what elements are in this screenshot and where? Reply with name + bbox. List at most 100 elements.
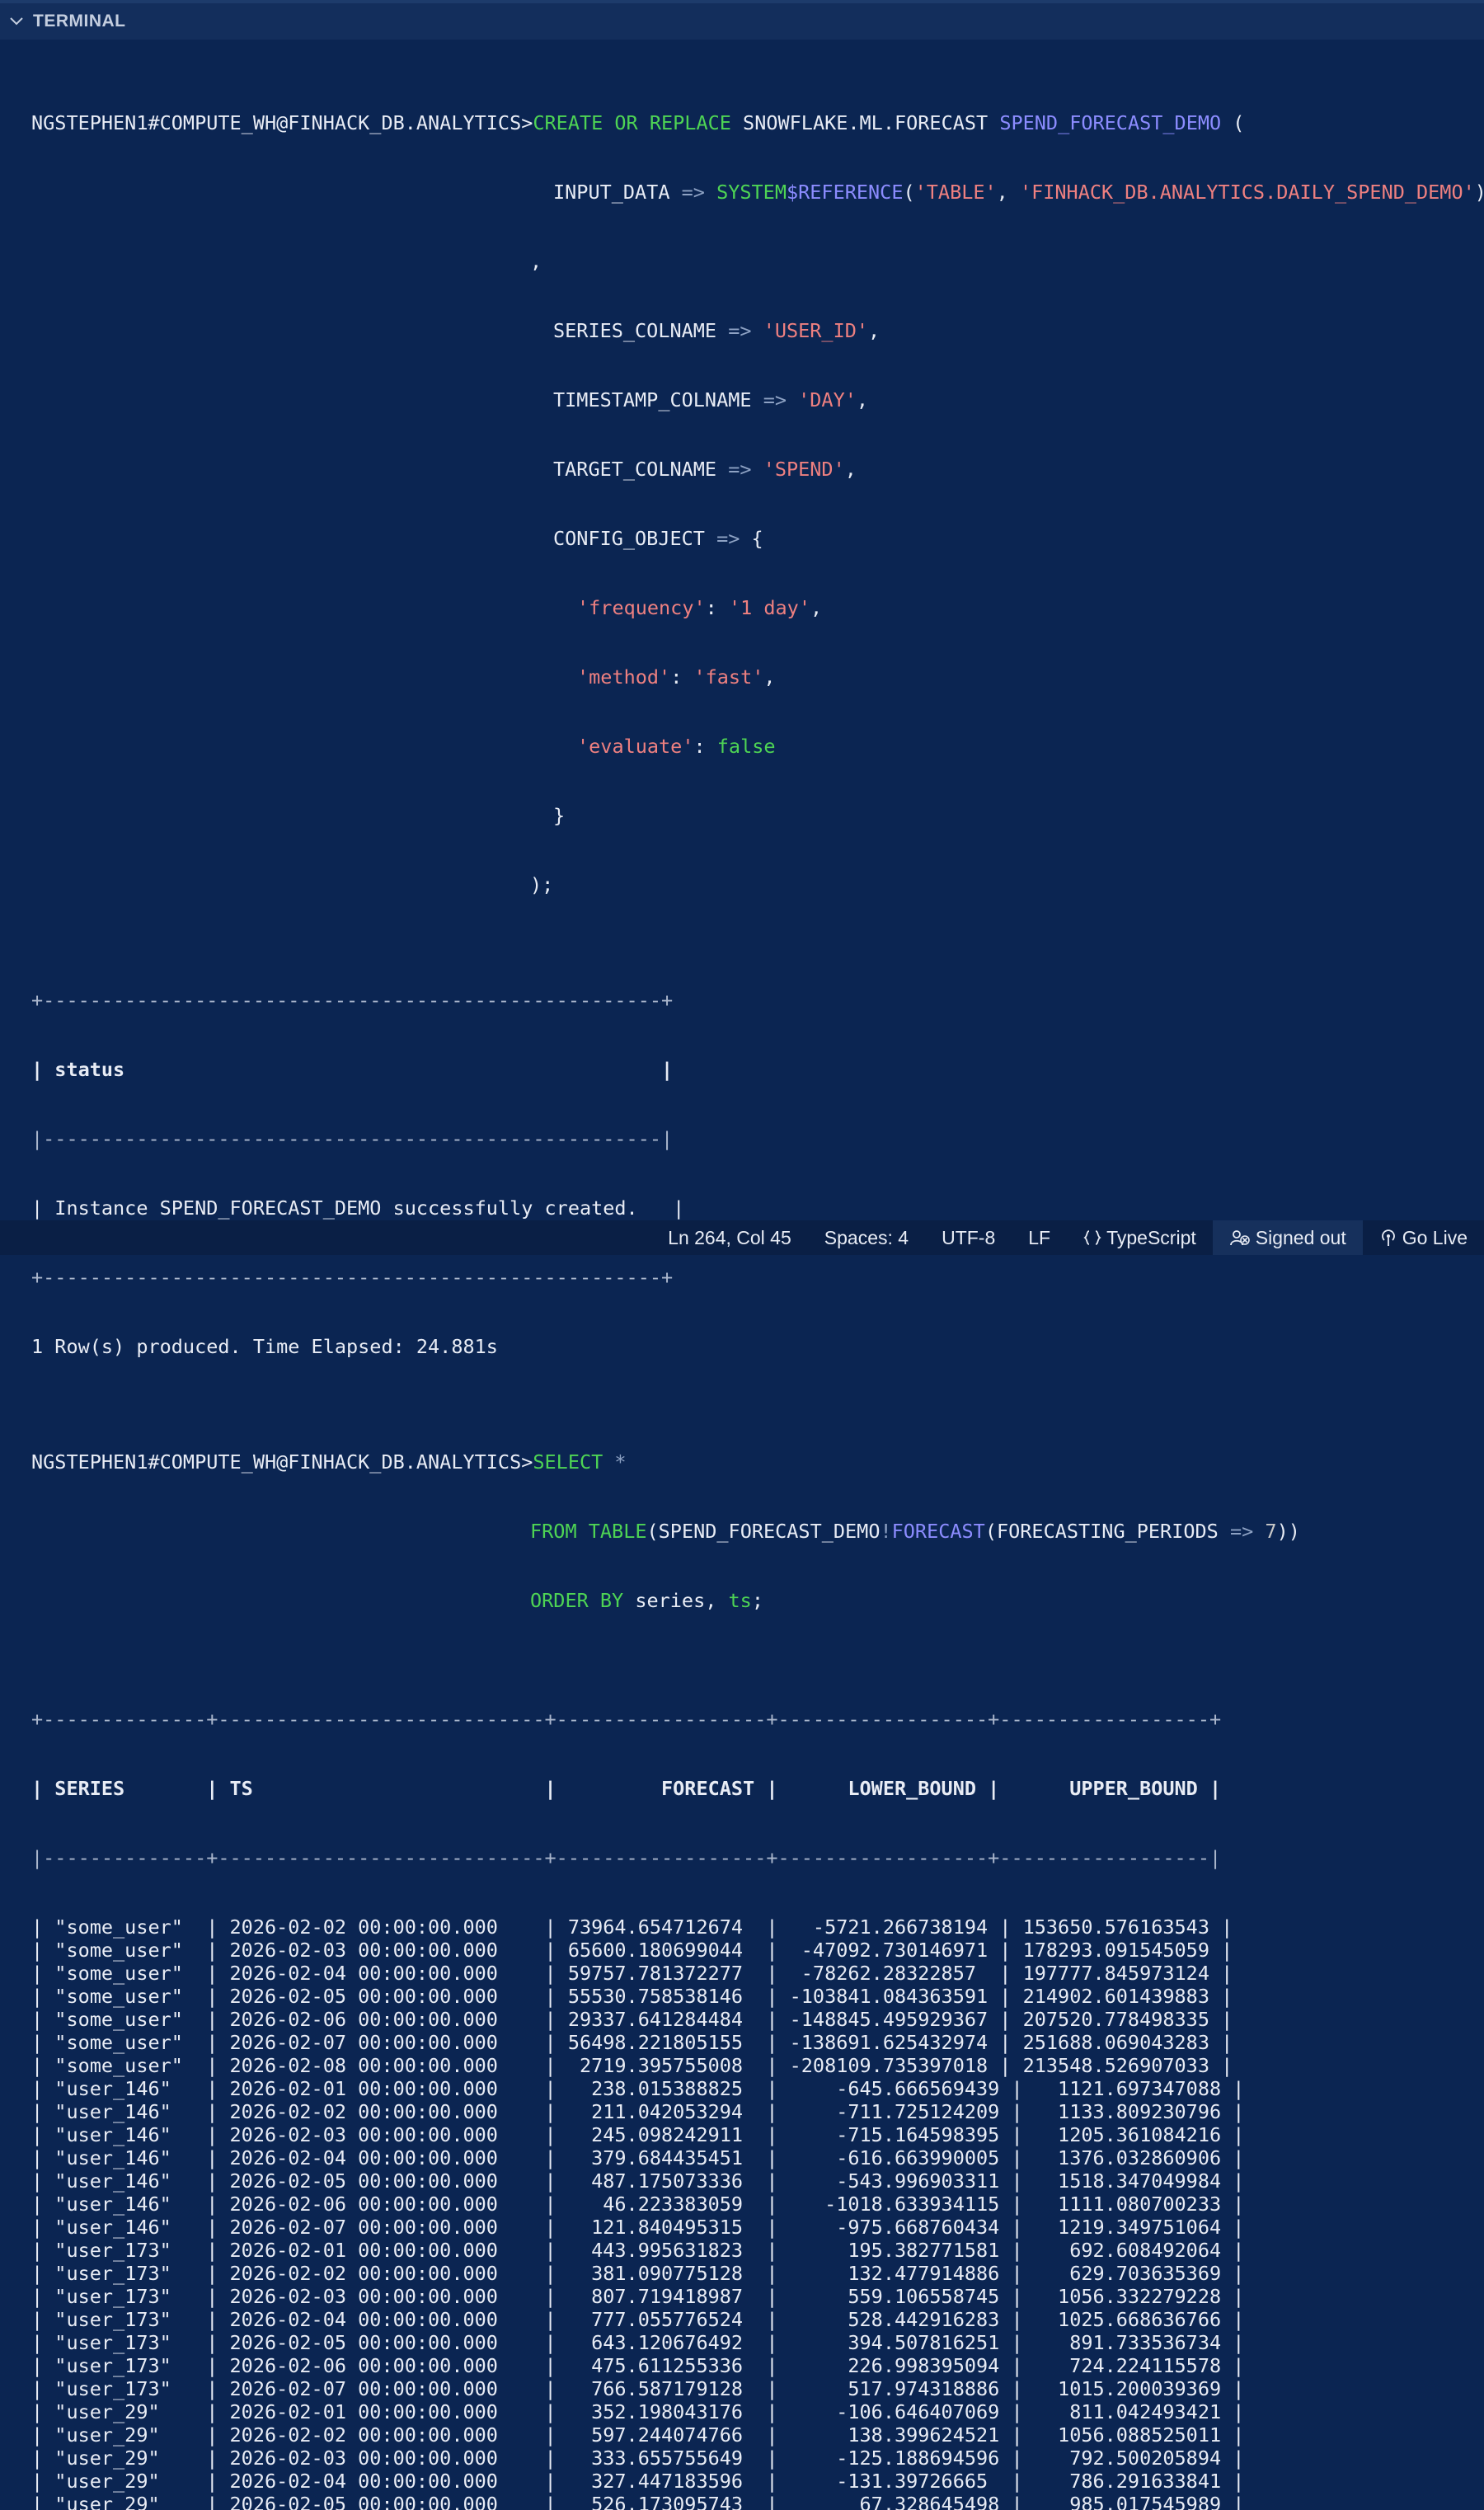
sql-text: (: [1221, 111, 1245, 134]
sql-text: ,: [856, 388, 869, 411]
table-border: +---------------------------------------…: [31, 1266, 674, 1289]
command-line: NGSTEPHEN1#COMPUTE_WH@FINHACK_DB.ANALYTI…: [31, 111, 1484, 134]
encoding-setting[interactable]: UTF-8: [925, 1220, 1012, 1255]
arrow-operator: =>: [728, 319, 752, 342]
arrow-operator: =>: [728, 458, 752, 481]
command-line: 'evaluate': false: [31, 735, 1484, 758]
command-line: );: [31, 873, 1484, 896]
string-literal: 'fast': [693, 665, 764, 689]
table-row: | "user_173" | 2026-02-04 00:00:00.000 |…: [31, 2308, 1245, 2331]
prompt: NGSTEPHEN1#COMPUTE_WH@FINHACK_DB.ANALYTI…: [31, 111, 533, 134]
function-name: FORECAST: [891, 1520, 985, 1543]
bang-operator: !: [880, 1520, 892, 1543]
result-rows: | "some_user" | 2026-02-02 00:00:00.000 …: [31, 1915, 1484, 2510]
table-row: | "user_29" | 2026-02-05 00:00:00.000 | …: [31, 2493, 1245, 2510]
table-row: | "some_user" | 2026-02-06 00:00:00.000 …: [31, 2008, 1233, 2031]
table-header-row: | status |: [31, 1058, 674, 1081]
sql-text: ,: [810, 596, 823, 619]
sql-text: :: [670, 665, 694, 689]
number-literal: 7: [1265, 1520, 1277, 1543]
string-literal: 'DAY': [798, 388, 857, 411]
chevron-down-icon[interactable]: [10, 15, 23, 28]
sql-text: )): [1276, 1520, 1300, 1543]
string-literal: 'method': [577, 665, 671, 689]
command-line: ORDER BY series, ts;: [31, 1589, 1484, 1612]
sql-text: ,: [996, 181, 1020, 204]
table-row: | "user_146" | 2026-02-06 00:00:00.000 |…: [31, 2193, 1245, 2216]
table-row: | "user_173" | 2026-02-07 00:00:00.000 |…: [31, 2377, 1245, 2400]
cursor-position[interactable]: Ln 264, Col 45: [651, 1220, 808, 1255]
table-row: | "user_29" | 2026-02-01 00:00:00.000 | …: [31, 2400, 1245, 2423]
account-status[interactable]: Signed out: [1212, 1220, 1363, 1255]
sql-keyword: SYSTEM: [716, 181, 787, 204]
sql-text: series,: [623, 1589, 729, 1612]
arrow-operator: =>: [1229, 1520, 1254, 1543]
sql-text: ,: [844, 458, 857, 481]
sql-text: :: [693, 735, 717, 758]
sql-text: :: [705, 596, 729, 619]
arrow-operator: =>: [681, 181, 705, 204]
table-row: | "user_146" | 2026-02-02 00:00:00.000 |…: [31, 2100, 1245, 2123]
sql-text: {: [751, 527, 763, 550]
sql-text: ,: [763, 665, 776, 689]
table-border: +--------------+------------------------…: [31, 1708, 1222, 1731]
account-icon: [1229, 1230, 1250, 1246]
indentation-setting[interactable]: Spaces: 4: [808, 1220, 925, 1255]
model-name: SPEND_FORECAST_DEMO: [999, 111, 1222, 134]
table-row: | "user_29" | 2026-02-04 00:00:00.000 | …: [31, 2470, 1245, 2493]
sql-text: ): [1475, 181, 1484, 204]
column-name: ts: [728, 1589, 752, 1612]
table-row: | "user_173" | 2026-02-03 00:00:00.000 |…: [31, 2285, 1245, 2308]
sql-text: ,: [868, 319, 881, 342]
sql-text: *: [603, 1450, 627, 1474]
command-line: TARGET_COLNAME => 'SPEND',: [31, 458, 1484, 481]
sql-text: ;: [751, 1589, 763, 1612]
command-line: }: [31, 804, 1484, 827]
table-separator: |---------------------------------------…: [31, 1127, 674, 1150]
eol-setting[interactable]: LF: [1012, 1220, 1067, 1255]
table-row: | "user_29" | 2026-02-03 00:00:00.000 | …: [31, 2447, 1245, 2470]
table-separator: |--------------+------------------------…: [31, 1846, 1222, 1869]
rows-produced-text: 1 Row(s) produced. Time Elapsed: 24.881s: [31, 1335, 498, 1358]
model-name: SPEND_FORECAST_DEMO: [658, 1520, 881, 1543]
sql-text: );: [530, 873, 554, 896]
go-live-label: Go Live: [1402, 1226, 1468, 1248]
sql-text: (: [903, 181, 915, 204]
table-row: | "user_173" | 2026-02-02 00:00:00.000 |…: [31, 2262, 1245, 2285]
table-row: | "user_146" | 2026-02-01 00:00:00.000 |…: [31, 2077, 1245, 2100]
sql-text: TARGET_COLNAME: [553, 458, 717, 481]
language-label: TypeScript: [1106, 1226, 1196, 1248]
command-line: CONFIG_OBJECT => {: [31, 527, 1484, 550]
terminal-output[interactable]: NGSTEPHEN1#COMPUTE_WH@FINHACK_DB.ANALYTI…: [31, 42, 1484, 2510]
panel-header[interactable]: TERMINAL: [0, 3, 1484, 40]
sql-keyword: ORDER BY: [530, 1589, 624, 1612]
braces-icon: [1083, 1230, 1101, 1245]
table-row: | "some_user" | 2026-02-02 00:00:00.000 …: [31, 1915, 1233, 1939]
table-row: | "user_146" | 2026-02-04 00:00:00.000 |…: [31, 2146, 1245, 2169]
table-header-row: | SERIES | TS | FORECAST | LOWER_BOUND |…: [31, 1777, 1222, 1800]
table-row: | "user_146" | 2026-02-07 00:00:00.000 |…: [31, 2216, 1245, 2239]
function-name: $REFERENCE: [786, 181, 904, 204]
string-literal: 'evaluate': [577, 735, 694, 758]
table-row: | "some_user" | 2026-02-04 00:00:00.000 …: [31, 1962, 1233, 1985]
table-row: | "user_173" | 2026-02-05 00:00:00.000 |…: [31, 2331, 1245, 2354]
account-label: Signed out: [1255, 1226, 1346, 1248]
sql-text: (FORECASTING_PERIODS: [984, 1520, 1230, 1543]
prompt: NGSTEPHEN1#COMPUTE_WH@FINHACK_DB.ANALYTI…: [31, 1450, 533, 1474]
table-row: | "some_user" | 2026-02-08 00:00:00.000 …: [31, 2054, 1233, 2077]
sql-text: SERIES_COLNAME: [553, 319, 717, 342]
table-row: | "user_146" | 2026-02-03 00:00:00.000 |…: [31, 2123, 1245, 2146]
table-row: | "some_user" | 2026-02-07 00:00:00.000 …: [31, 2031, 1233, 2054]
sql-text: CONFIG_OBJECT: [553, 527, 705, 550]
sql-text: SNOWFLAKE.ML.FORECAST: [730, 111, 1000, 134]
status-bar: Ln 264, Col 45 Spaces: 4 UTF-8 LF TypeSc…: [0, 1220, 1484, 1255]
sql-keyword: CREATE OR REPLACE: [533, 111, 731, 134]
string-literal: '1 day': [728, 596, 810, 619]
go-live-button[interactable]: Go Live: [1363, 1220, 1484, 1255]
command-line: 'method': 'fast',: [31, 665, 1484, 689]
sql-text: TIMESTAMP_COLNAME: [553, 388, 752, 411]
language-mode[interactable]: TypeScript: [1067, 1220, 1213, 1255]
command-line: NGSTEPHEN1#COMPUTE_WH@FINHACK_DB.ANALYTI…: [31, 1450, 1484, 1474]
command-line: INPUT_DATA => SYSTEM$REFERENCE('TABLE', …: [31, 181, 1484, 204]
sql-text: ,: [530, 250, 542, 273]
